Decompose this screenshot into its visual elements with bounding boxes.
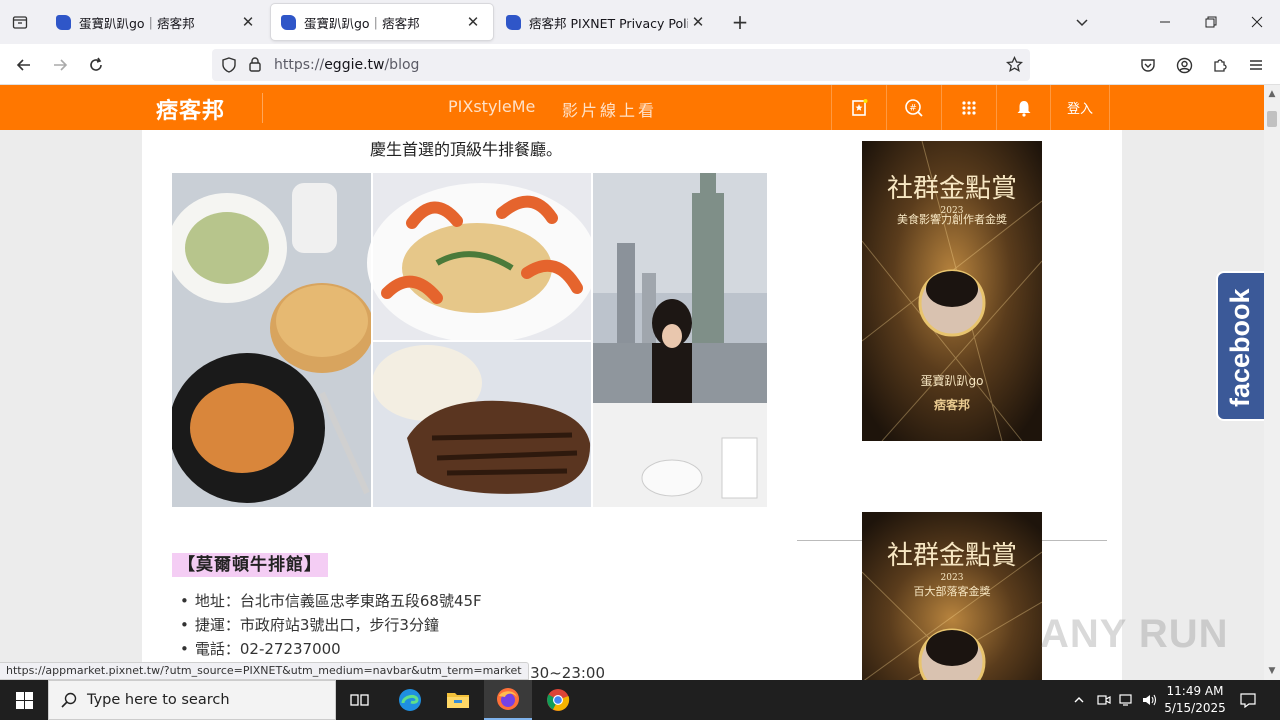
url-prefix: https:// bbox=[274, 57, 325, 73]
steak-collage-image bbox=[172, 173, 767, 507]
bell-icon[interactable] bbox=[996, 85, 1050, 130]
page-scrollbar[interactable]: ▲ ▼ bbox=[1264, 85, 1280, 680]
back-button[interactable] bbox=[9, 50, 39, 80]
header-divider bbox=[262, 93, 263, 123]
nav-video[interactable]: 影片線上看 bbox=[562, 97, 657, 121]
tray-chevron-up-icon[interactable] bbox=[1068, 680, 1090, 720]
tab-2[interactable]: 蛋寶趴趴go｜痞客邦 ✕ bbox=[271, 4, 493, 40]
svg-text:#: # bbox=[909, 103, 917, 113]
scrollbar-thumb[interactable] bbox=[1267, 111, 1277, 127]
volume-icon[interactable] bbox=[1139, 680, 1161, 720]
tab-list-icon[interactable] bbox=[8, 10, 32, 34]
new-tab-button[interactable]: + bbox=[728, 10, 752, 34]
pixnet-logo[interactable]: 痞客邦 bbox=[156, 93, 225, 125]
facebook-side-tab[interactable]: facebook bbox=[1216, 271, 1264, 421]
tab-3[interactable]: 痞客邦 PIXNET Privacy Policy ✕ bbox=[496, 4, 718, 40]
windows-taskbar: Type here to search 11:49 AM 5/15/2025 bbox=[0, 680, 1280, 720]
taskbar-search-input[interactable]: Type here to search bbox=[48, 680, 336, 720]
award-creator-name: 蛋寶趴趴go bbox=[921, 373, 984, 388]
menu-icon[interactable] bbox=[1241, 50, 1271, 80]
tab-1[interactable]: 蛋寶趴趴go｜痞客邦 ✕ bbox=[46, 4, 268, 40]
nav-pixstyleme[interactable]: PIXstyleMe bbox=[448, 97, 535, 116]
article-intro: 慶生首選的頂級牛排餐廳。 bbox=[370, 140, 563, 159]
close-icon[interactable]: ✕ bbox=[463, 12, 483, 32]
url-path: /blog bbox=[384, 57, 420, 73]
chevron-down-icon[interactable] bbox=[1070, 10, 1094, 34]
lock-icon[interactable] bbox=[248, 56, 262, 76]
pixnet-header: 痞客邦 PIXstyleMe 影片線上看 # 登入 bbox=[0, 85, 1264, 130]
award-banner-2[interactable]: 社群金點賞 2023 百大部落客金獎 bbox=[862, 512, 1042, 680]
navigation-toolbar: https://eggie.tw/blog bbox=[0, 44, 1280, 85]
close-icon[interactable]: ✕ bbox=[688, 12, 708, 32]
meet-now-icon[interactable] bbox=[1093, 680, 1115, 720]
reload-button[interactable] bbox=[81, 50, 111, 80]
login-button[interactable]: 登入 bbox=[1050, 85, 1110, 130]
tab-title: 蛋寶趴趴go｜痞客邦 bbox=[304, 15, 420, 31]
search-icon bbox=[61, 692, 77, 708]
pixnet-favicon-icon bbox=[281, 14, 296, 30]
minimize-button[interactable] bbox=[1142, 6, 1188, 38]
hashtag-search-icon[interactable]: # bbox=[886, 85, 940, 130]
tab-title: 痞客邦 PIXNET Privacy Policy bbox=[529, 15, 688, 31]
anyrun-watermark: ANY RUN bbox=[1040, 612, 1229, 656]
award-brand: 痞客邦 bbox=[934, 397, 970, 412]
tab-strip: 蛋寶趴趴go｜痞客邦 ✕ 蛋寶趴趴go｜痞客邦 ✕ 痞客邦 PIXNET Pri… bbox=[0, 0, 1280, 44]
network-icon[interactable] bbox=[1116, 680, 1138, 720]
tab-title: 蛋寶趴趴go｜痞客邦 bbox=[79, 15, 195, 31]
account-icon[interactable] bbox=[1169, 50, 1199, 80]
extensions-icon[interactable] bbox=[1205, 50, 1235, 80]
restaurant-title: 【莫爾頓牛排館】 bbox=[172, 553, 328, 577]
award-title: 社群金點賞 bbox=[887, 541, 1017, 571]
apps-grid-icon[interactable] bbox=[941, 85, 995, 130]
award-subtitle: 美食影響力創作者金獎 bbox=[897, 212, 1007, 226]
facebook-label: facebook bbox=[1225, 288, 1255, 407]
pixnet-favicon-icon bbox=[56, 14, 71, 30]
close-icon[interactable]: ✕ bbox=[238, 12, 258, 32]
info-phone: 電話：02-27237000 bbox=[180, 638, 341, 659]
shield-icon[interactable] bbox=[221, 57, 237, 77]
award-year: 2023 bbox=[941, 573, 964, 583]
url-domain: eggie.tw bbox=[324, 57, 385, 73]
bookmark-star-icon[interactable] bbox=[1005, 55, 1024, 77]
task-view-icon[interactable] bbox=[336, 680, 384, 720]
award-title: 社群金點賞 bbox=[887, 174, 1017, 204]
info-mrt: 捷運：市政府站3號出口，步行3分鐘 bbox=[180, 614, 439, 635]
clock-date: 5/15/2025 bbox=[1164, 701, 1226, 715]
blog-content: 慶生首選的頂級牛排餐廳。 【莫爾頓牛排館】 • 地址：台北市信義區忠孝東路五段6… bbox=[142, 130, 1122, 680]
page-viewport: 痞客邦 PIXstyleMe 影片線上看 # 登入 慶生首選的頂級牛排餐廳。 【… bbox=[0, 85, 1264, 680]
award-banner-1[interactable]: 社群金點賞 2023 美食影響力創作者金獎 蛋寶趴趴go 痞客邦 bbox=[862, 141, 1042, 441]
forward-button[interactable] bbox=[45, 50, 75, 80]
status-bar-url: https://appmarket.pixnet.tw/?utm_source=… bbox=[0, 662, 529, 680]
chrome-icon[interactable] bbox=[534, 680, 582, 720]
file-explorer-icon[interactable] bbox=[434, 680, 482, 720]
close-window-button[interactable] bbox=[1234, 6, 1280, 38]
edge-icon[interactable] bbox=[386, 680, 434, 720]
scroll-up-arrow-icon[interactable]: ▲ bbox=[1266, 88, 1278, 100]
pocket-icon[interactable] bbox=[1133, 50, 1163, 80]
restore-button[interactable] bbox=[1188, 6, 1234, 38]
clock-time: 11:49 AM bbox=[1166, 684, 1224, 698]
firefox-icon[interactable] bbox=[484, 680, 532, 720]
award-subtitle: 百大部落客金獎 bbox=[914, 584, 991, 598]
search-placeholder: Type here to search bbox=[87, 692, 230, 708]
bookmark-icon[interactable] bbox=[831, 85, 885, 130]
taskbar-clock[interactable]: 11:49 AM 5/15/2025 bbox=[1160, 683, 1230, 717]
address-bar[interactable]: https://eggie.tw/blog bbox=[212, 49, 1030, 81]
scroll-down-arrow-icon[interactable]: ▼ bbox=[1266, 665, 1278, 677]
windows-start-icon[interactable] bbox=[0, 680, 48, 720]
url-text[interactable]: https://eggie.tw/blog bbox=[274, 57, 419, 73]
pixnet-favicon-icon bbox=[506, 14, 521, 30]
info-address: 地址：台北市信義區忠孝東路五段68號45F bbox=[180, 590, 482, 611]
notification-icon[interactable] bbox=[1234, 680, 1262, 720]
